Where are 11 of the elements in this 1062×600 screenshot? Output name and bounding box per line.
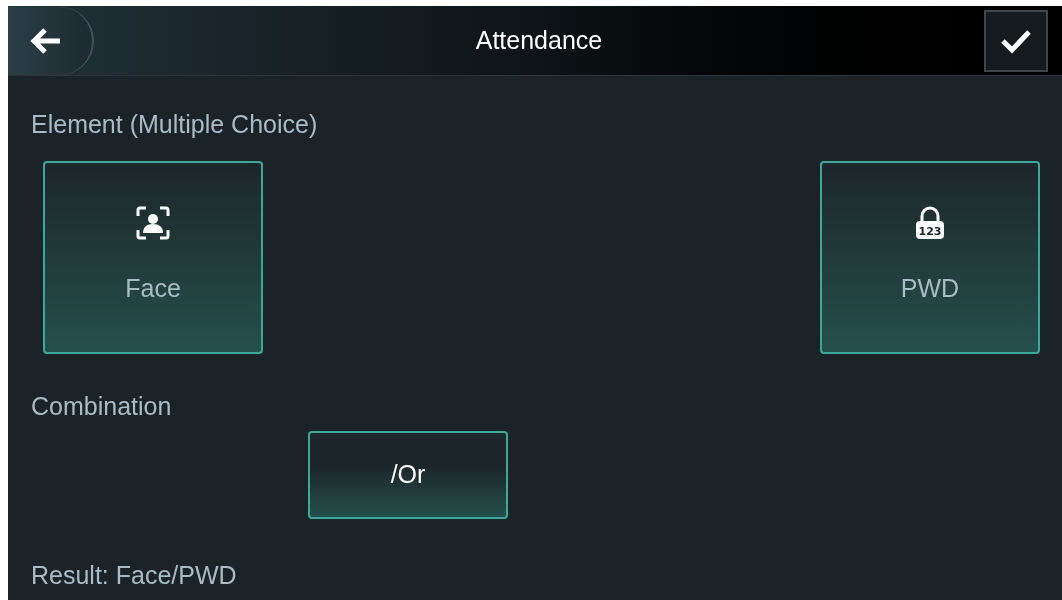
face-scan-icon — [136, 206, 170, 241]
verification-option[interactable]: 123 PWD — [820, 160, 1040, 354]
section-label: Element (Multiple Choice) — [31, 110, 318, 138]
back-arrow-icon — [30, 26, 62, 55]
result-text: Result: Face/PWD — [31, 561, 237, 589]
back-button[interactable] — [8, 6, 94, 75]
confirm-button[interactable] — [984, 9, 1048, 72]
section-label: Combination — [31, 391, 172, 420]
combination-button[interactable]: /Or — [308, 431, 508, 519]
verification-option[interactable]: Face — [43, 160, 263, 354]
window-title: Attendance — [475, 24, 603, 56]
